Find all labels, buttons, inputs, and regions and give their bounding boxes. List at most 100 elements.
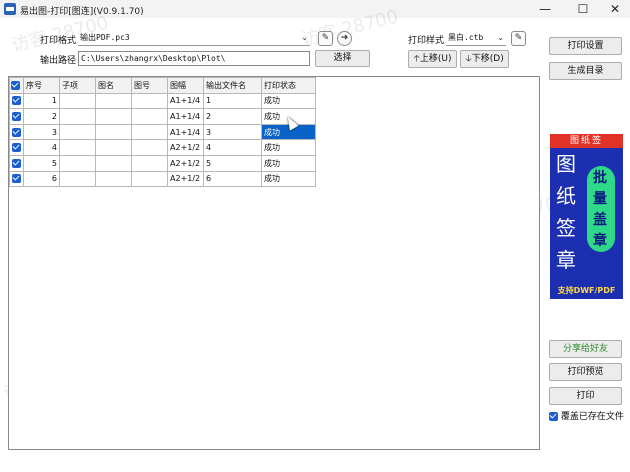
cell-no	[131, 154, 168, 172]
cell-name	[95, 139, 132, 156]
cell-seq: 6	[23, 170, 60, 188]
cell-name	[95, 154, 132, 172]
cell-sub	[59, 123, 96, 141]
move-down-button[interactable]: 🡣下移(D)	[460, 50, 509, 68]
generate-catalog-button[interactable]: 生成目录	[549, 62, 622, 80]
title-bar: 易出图-打印[图连](V0.9.1.70) — ☐ ✕	[0, 0, 630, 18]
table-row[interactable]: 4 A2+1/2 4 成功	[9, 139, 316, 156]
cell-sub	[59, 92, 96, 110]
cell-file: 1	[203, 92, 262, 110]
cell-no	[131, 170, 168, 188]
main-window: 访客 28700 访客 28700 访客 28700 访客 28700 访客 2…	[0, 6, 630, 472]
cell-sub	[59, 154, 96, 172]
ad-big-char: 图	[556, 152, 576, 176]
close-button[interactable]: ✕	[596, 0, 630, 18]
output-path-label: 输出路径	[40, 56, 77, 66]
cell-seq: 1	[23, 92, 60, 110]
table-row[interactable]: 1 A1+1/4 1 成功	[9, 92, 316, 110]
plot-list-panel: 序号 子项 图名 图号 图幅 输出文件名 打印状态 1 A1+1/4 1 成功 …	[8, 76, 540, 450]
cell-seq: 4	[23, 139, 60, 156]
cell-file: 2	[203, 108, 262, 125]
table-header: 序号 子项 图名 图号 图幅 输出文件名 打印状态	[9, 77, 316, 94]
minimize-button[interactable]: —	[526, 0, 564, 18]
column-header[interactable]: 图号	[131, 77, 168, 94]
cell-size: A2+1/2	[167, 154, 204, 172]
chevron-down-icon: ⌄	[301, 33, 308, 42]
cell-no	[131, 139, 168, 156]
row-checkbox[interactable]	[9, 92, 24, 110]
ad-banner-title: 图纸签	[550, 134, 623, 148]
cell-name	[95, 170, 132, 188]
cell-seq: 3	[23, 123, 60, 141]
print-settings-button[interactable]: 打印设置	[549, 37, 622, 55]
output-path-input[interactable]: C:\Users\zhangrx\Desktop\Plot\	[78, 51, 310, 66]
cell-name	[95, 92, 132, 110]
cell-status: 成功	[261, 139, 316, 156]
column-header[interactable]: 输出文件名	[203, 77, 262, 94]
overwrite-label: 覆盖已存在文件	[560, 412, 624, 422]
cell-size: A1+1/4	[167, 123, 204, 141]
table-row[interactable]: 2 A1+1/4 2 成功	[9, 108, 316, 125]
print-format-select[interactable]: 输出PDF.pc3 ⌄	[78, 31, 310, 46]
cell-seq: 2	[23, 108, 60, 125]
chevron-down-icon: ⌄	[497, 33, 504, 42]
row-checkbox[interactable]	[9, 108, 24, 125]
overwrite-checkbox[interactable]	[549, 412, 558, 421]
cell-no	[131, 108, 168, 125]
print-preview-button[interactable]: 打印预览	[549, 363, 622, 381]
cell-name	[95, 108, 132, 125]
ad-banner-footer: 支持DWF/PDF	[557, 286, 616, 295]
plot-table: 序号 子项 图名 图号 图幅 输出文件名 打印状态 1 A1+1/4 1 成功 …	[9, 77, 316, 188]
table-row[interactable]: 3 A1+1/4 3 成功	[9, 123, 316, 141]
cell-sub	[59, 139, 96, 156]
cell-sub	[59, 108, 96, 125]
cell-status: 成功	[261, 170, 316, 188]
column-header[interactable]: 图名	[95, 77, 132, 94]
move-up-label: 上移(U)	[419, 54, 452, 64]
cell-size: A2+1/2	[167, 170, 204, 188]
select-all-checkbox[interactable]	[9, 77, 24, 94]
cell-file: 6	[203, 170, 262, 188]
move-up-button[interactable]: 🡡上移(U)	[408, 50, 457, 68]
overwrite-checkbox-row[interactable]: 覆盖已存在文件	[549, 409, 624, 422]
cell-sub	[59, 170, 96, 188]
column-header[interactable]: 子项	[59, 77, 96, 94]
row-checkbox[interactable]	[9, 170, 24, 188]
move-down-label: 下移(D)	[471, 54, 504, 64]
edit-style-icon[interactable]: ✎	[511, 31, 526, 46]
cell-no	[131, 123, 168, 141]
cell-no	[131, 92, 168, 110]
share-button[interactable]: 分享给好友	[549, 340, 622, 358]
column-header[interactable]: 序号	[23, 77, 60, 94]
cell-size: A1+1/4	[167, 108, 204, 125]
cell-file: 3	[203, 123, 262, 141]
forward-icon[interactable]: ➜	[337, 31, 352, 46]
cell-status: 成功	[261, 92, 316, 110]
ad-big-char: 章	[556, 248, 576, 272]
app-icon	[4, 3, 16, 15]
cell-status: 成功	[261, 154, 316, 172]
table-row[interactable]: 6 A2+1/2 6 成功	[9, 170, 316, 188]
cell-size: A1+1/4	[167, 92, 204, 110]
ad-big-char: 纸	[556, 184, 576, 208]
select-path-button[interactable]: 选择	[315, 50, 370, 67]
row-checkbox[interactable]	[9, 154, 24, 172]
ad-pill-char: 章	[593, 233, 607, 249]
edit-icon[interactable]: ✎	[318, 31, 333, 46]
cell-seq: 5	[23, 154, 60, 172]
ad-big-char: 签	[556, 216, 576, 240]
row-checkbox[interactable]	[9, 139, 24, 156]
row-checkbox[interactable]	[9, 123, 24, 141]
column-header[interactable]: 图幅	[167, 77, 204, 94]
cell-file: 5	[203, 154, 262, 172]
cell-size: A2+1/2	[167, 139, 204, 156]
print-style-value: 黑白.ctb	[448, 33, 484, 42]
print-button[interactable]: 打印	[549, 387, 622, 405]
ad-banner[interactable]: 图纸签 图 纸 签 章 批 量 盖 章 支持DWF/PDF	[550, 134, 623, 299]
column-header[interactable]: 打印状态	[261, 77, 316, 94]
print-style-select[interactable]: 黑白.ctb ⌄	[446, 31, 506, 46]
print-format-label: 打印格式	[40, 36, 77, 46]
cell-name	[95, 123, 132, 141]
window-title: 易出图-打印[图连](V0.9.1.70)	[20, 7, 144, 17]
table-row[interactable]: 5 A2+1/2 5 成功	[9, 154, 316, 172]
